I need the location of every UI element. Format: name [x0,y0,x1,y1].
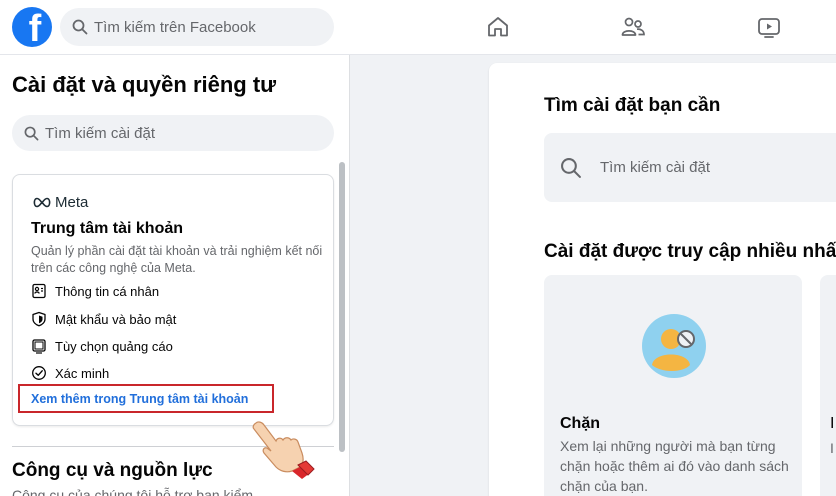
card-item-verification[interactable]: Xác minh [31,365,109,381]
search-icon [24,126,39,140]
card-item-label: Thông tin cá nhân [55,283,160,299]
tools-section-title: Công cụ và nguồn lực [12,460,213,481]
tools-section-description: Công cụ của chúng tôi hỗ trợ bạn kiểm [12,487,254,496]
page-title: Cài đặt và quyền riêng tư [12,72,277,97]
verified-check-icon [32,366,46,380]
meta-infinity-icon [33,197,51,208]
card-item-personal-info[interactable]: Thông tin cá nhân [31,283,159,299]
id-card-icon [32,283,46,299]
watch-icon[interactable] [756,14,782,40]
accounts-center-card: Meta Trung tâm tài khoản Quản lý phần cà… [12,174,334,426]
accounts-center-title: Trung tâm tài khoản [31,220,184,237]
friends-icon[interactable] [620,14,646,40]
search-icon [72,19,88,35]
tile-title-fragment: I [830,415,835,432]
main-settings-search-input[interactable]: Tìm kiếm cài đặt [544,133,836,202]
frequent-settings-title: Cài đặt được truy cập nhiều nhấ [544,241,836,262]
home-icon[interactable] [485,14,511,40]
tile-title: Chặn [560,415,600,432]
tile-description: Xem lại những người mà bạn từng chặn hoặ… [560,438,789,494]
facebook-search-input[interactable]: Tìm kiếm trên Facebook [60,8,334,46]
search-settings-title: Tìm cài đặt bạn cần [544,95,721,116]
facebook-search-placeholder: Tìm kiếm trên Facebook [94,18,256,36]
main-search-placeholder: Tìm kiếm cài đặt [600,159,711,176]
meta-logo: Meta [32,194,88,211]
facebook-logo[interactable]: f [12,7,52,47]
tile-description-fragment: I [830,440,834,456]
card-item-label: Xác minh [55,365,110,381]
settings-search-placeholder: Tìm kiếm cài đặt [45,124,156,142]
accounts-center-description: Quản lý phần cài đặt tài khoản và trải n… [31,244,323,275]
shield-icon [32,311,46,327]
pointing-hand-icon [252,421,315,479]
settings-sidebar: Cài đặt và quyền riêng tư Tìm kiếm cài đ… [0,55,350,496]
settings-search-input[interactable]: Tìm kiếm cài đặt [12,115,334,151]
settings-tile-blocking[interactable]: Chặn Xem lại những người mà bạn từng chặ… [544,275,802,496]
card-item-label: Tùy chọn quảng cáo [55,338,173,354]
ad-preferences-icon [32,339,46,354]
card-item-ad-preferences[interactable]: Tùy chọn quảng cáo [31,338,173,354]
see-more-accounts-center-link[interactable]: Xem thêm trong Trung tâm tài khoản [18,384,274,413]
meta-brand-label: Meta [55,194,89,211]
blocked-person-icon [642,314,706,378]
card-item-label: Mật khẩu và bảo mật [55,311,177,327]
top-navigation-bar: f Tìm kiếm trên Facebook [0,0,836,55]
main-settings-panel: Tìm cài đặt bạn cần Tìm kiếm cài đặt Cài… [489,63,836,496]
see-more-link-label: Xem thêm trong Trung tâm tài khoản [31,391,249,406]
sidebar-scrollbar[interactable] [339,162,345,452]
settings-tile-partial[interactable]: I I [820,275,836,496]
card-item-password-security[interactable]: Mật khẩu và bảo mật [31,311,176,327]
search-icon [561,157,581,178]
